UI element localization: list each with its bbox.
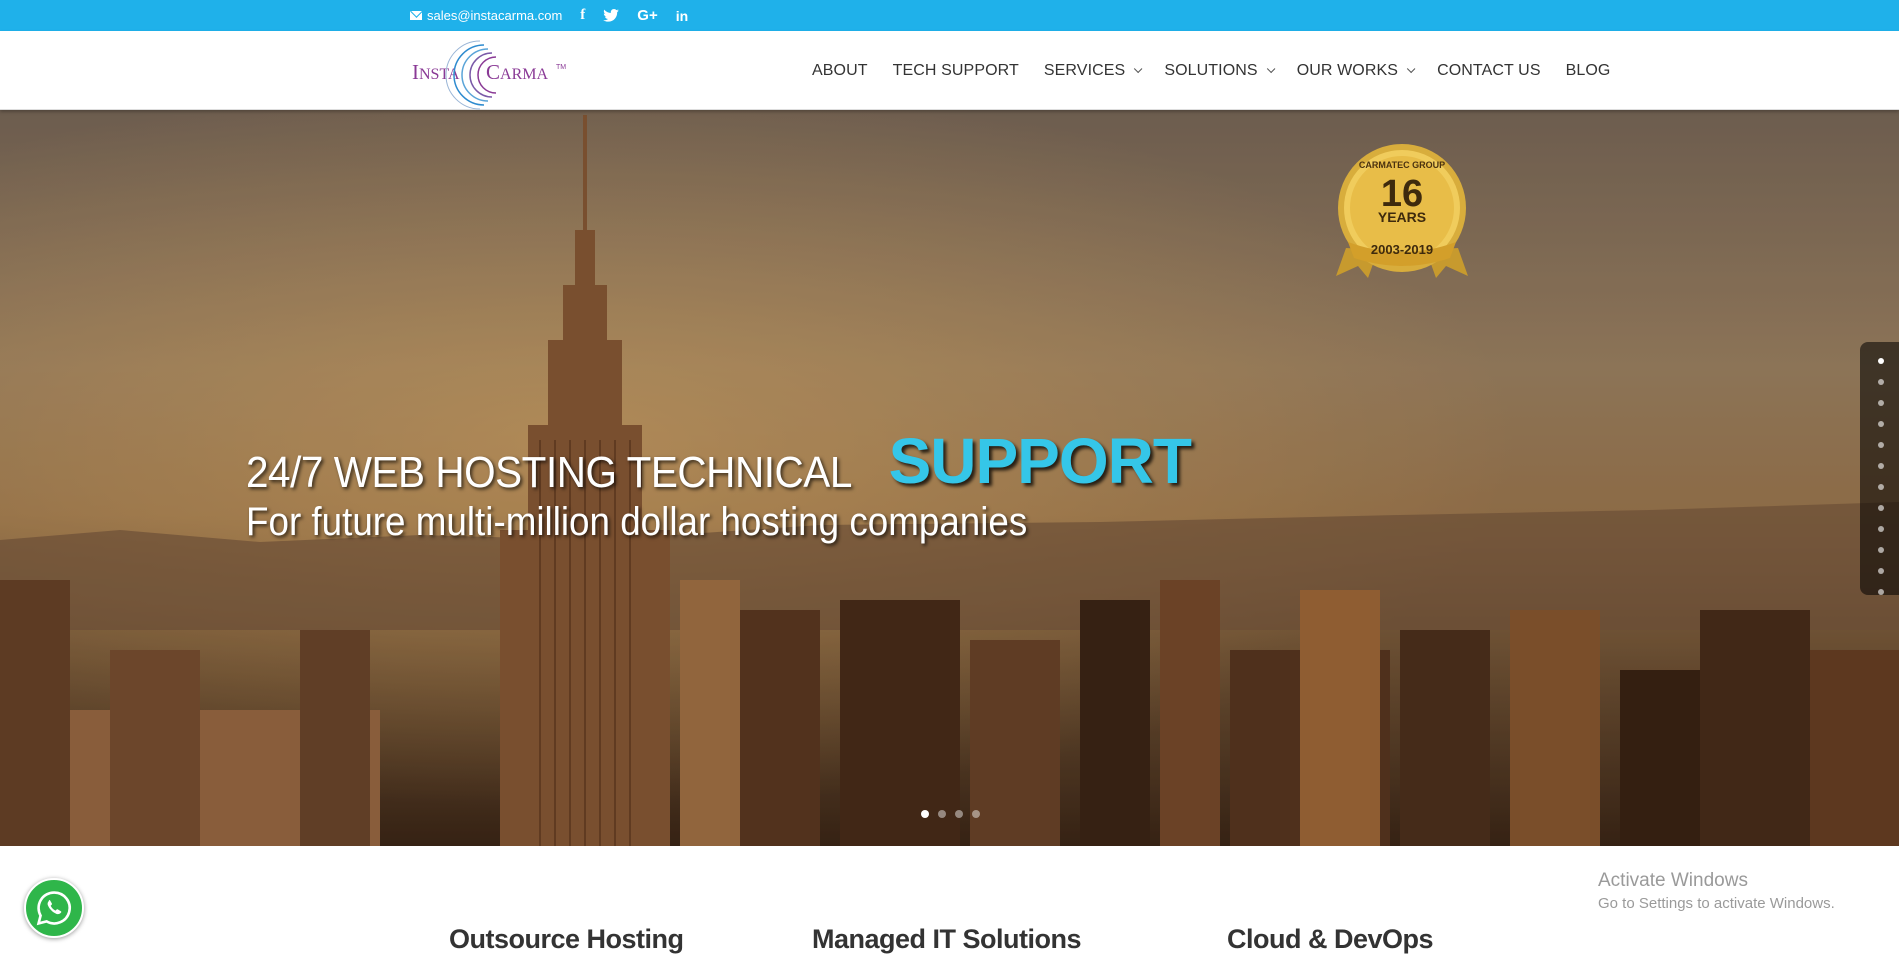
side-nav-dot[interactable] [1878,547,1884,553]
service-title-outsource-hosting: Outsource Hosting [449,924,684,954]
badge-range: 2003-2019 [1371,242,1433,257]
whatsapp-button[interactable] [24,878,84,938]
linkedin-icon[interactable]: in [676,0,688,31]
nav-services[interactable]: SERVICES [1043,61,1143,80]
side-nav-dot[interactable] [1878,358,1884,364]
watermark-subtitle: Go to Settings to activate Windows. [1598,895,1835,912]
nav-label: BLOG [1565,61,1611,79]
nav-label: TECH SUPPORT [892,61,1019,79]
nav-label: OUR WORKS [1296,61,1399,79]
badge-unit: YEARS [1378,209,1426,225]
slider-dot[interactable] [972,810,980,818]
hero-highlight: SUPPORT [888,425,1192,497]
side-nav-dot[interactable] [1878,379,1884,385]
nav-label: CONTACT US [1437,61,1541,79]
nav-our-works[interactable]: OUR WORKS [1296,61,1416,80]
slider-dot[interactable] [938,810,946,818]
site-header: INSTA CARMA TM ABOUT TECH SUPPORT SERVIC… [0,31,1899,110]
main-nav: ABOUT TECH SUPPORT SERVICES SOLUTIONS OU… [812,31,1635,110]
hero-headline: 24/7 WEB HOSTING TECHNICAL SUPPORT For f… [246,424,1192,545]
side-nav-dot[interactable] [1878,400,1884,406]
side-nav-dot[interactable] [1878,589,1884,595]
instacarma-logo[interactable]: INSTA CARMA TM [410,31,570,110]
hero-subtitle: For future multi-million dollar hosting … [246,500,1028,544]
twitter-icon[interactable] [603,0,620,31]
badge-group-text: CARMATEC GROUP [1359,160,1445,170]
watermark-title: Activate Windows [1598,870,1748,891]
top-bar: sales@instacarma.com f G+ in [0,0,1899,31]
side-nav-dot[interactable] [1878,463,1884,469]
email-link[interactable]: sales@instacarma.com [410,8,562,23]
svg-text:TM: TM [556,64,566,71]
slider-dot[interactable] [921,810,929,818]
side-nav-dot[interactable] [1878,526,1884,532]
nav-blog[interactable]: BLOG [1566,62,1611,80]
facebook-icon[interactable]: f [580,0,585,31]
nav-contact-us[interactable]: CONTACT US [1437,62,1541,80]
side-dot-navigation [1860,342,1899,595]
chevron-down-icon [1406,64,1416,73]
chevron-down-icon [1266,64,1276,73]
side-nav-dot[interactable] [1878,421,1884,427]
nav-label: ABOUT [812,61,868,79]
hero-slider[interactable]: CARMATEC GROUP 16 YEARS 2003-2019 24/7 W… [0,110,1899,846]
nav-solutions[interactable]: SOLUTIONS [1164,61,1276,80]
logo-left: INSTA [412,60,460,84]
email-text: sales@instacarma.com [427,8,563,23]
side-nav-dot[interactable] [1878,442,1884,448]
envelope-icon [410,11,422,20]
slider-dot[interactable] [955,810,963,818]
chevron-down-icon [1134,64,1143,73]
nav-tech-support[interactable]: TECH SUPPORT [893,62,1019,80]
whatsapp-icon [36,891,71,926]
nav-about[interactable]: ABOUT [812,62,868,80]
nav-label: SERVICES [1043,61,1126,79]
service-title-cloud-devops: Cloud & DevOps [1227,924,1434,954]
slider-pagination [921,810,980,818]
svg-text:CARMA: CARMA [486,60,548,84]
hero-line1: 24/7 WEB HOSTING TECHNICAL [246,448,852,497]
16-years-badge: CARMATEC GROUP 16 YEARS 2003-2019 [1328,138,1476,286]
side-nav-dot[interactable] [1878,505,1884,511]
side-nav-dot[interactable] [1878,484,1884,490]
service-title-managed-it: Managed IT Solutions [812,924,1082,954]
google-plus-icon[interactable]: G+ [637,0,657,31]
side-nav-dot[interactable] [1878,568,1884,574]
nav-label: SOLUTIONS [1164,61,1258,79]
windows-activation-watermark: Activate Windows Go to Settings to activ… [1598,870,1835,912]
